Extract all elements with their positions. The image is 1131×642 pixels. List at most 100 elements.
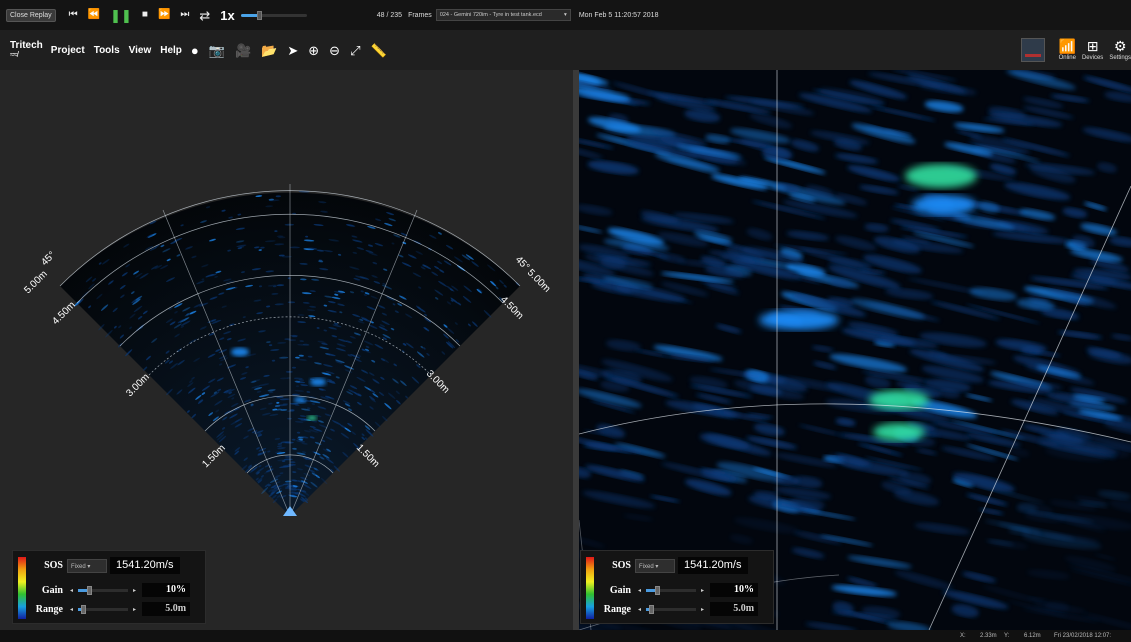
skip-to-start-icon[interactable]: ⏮ (69, 10, 78, 20)
fast-forward-icon[interactable]: ⏩ (158, 10, 170, 20)
replay-toolbar: Close Replay ⏮ ⏪ ❚❚ ■ ⏩ ⏭ ⇄ 1x 48 / 235 … (0, 0, 1131, 30)
range-label-1.5m-left: 1.50m (200, 443, 227, 470)
gain-decrease-icon[interactable]: ◂ (638, 587, 641, 594)
devices-button[interactable]: ⊞ Devices (1082, 39, 1103, 61)
sonar-controls-right: SOS Fixed ▾ 1541.20m/s Gain ◂ ▸ 10% Rang… (580, 550, 774, 624)
gain-slider-handle[interactable] (655, 585, 661, 595)
gain-slider[interactable] (78, 585, 129, 595)
gain-decrease-icon[interactable]: ◂ (70, 587, 73, 594)
range-label: Range (603, 603, 631, 615)
range-decrease-icon[interactable]: ◂ (638, 606, 641, 613)
replay-file-select[interactable]: 024 - Gemini 720im - Tyre in test tank.e… (435, 9, 571, 21)
status-datetime: Fri 23/02/2018 12:07: (1054, 633, 1112, 639)
logo-wave: ≈≈/ (10, 50, 19, 59)
menu-help[interactable]: Help (160, 45, 182, 56)
gain-value: 10% (710, 583, 759, 597)
gear-icon: ⚙ (1113, 38, 1127, 54)
range-label-4.5m-left: 4.50m (50, 300, 77, 327)
menu-bar: Tritech ≈≈/ Project Tools View Help ● 📷 … (0, 30, 1131, 70)
range-increase-icon[interactable]: ▸ (701, 606, 704, 613)
range-label-1.5m-right: 1.50m (354, 442, 381, 469)
pause-icon[interactable]: ❚❚ (110, 9, 132, 22)
sos-label: SOS (44, 560, 63, 571)
sos-value-field[interactable]: 1541.20m/s (110, 557, 180, 574)
range-label-4.5m-right: 4.50m (498, 294, 525, 321)
range-value: 5.0m (142, 602, 191, 616)
sos-value-field[interactable]: 1541.20m/s (678, 557, 748, 574)
devices-label: Devices (1081, 55, 1104, 61)
range-label: Range (35, 603, 63, 615)
menu-view[interactable]: View (129, 45, 152, 56)
sos-mode-select[interactable]: Fixed ▾ (635, 558, 675, 573)
range-label-3m-right: 3.00m (424, 368, 451, 395)
status-bar: X: 2.33m Y: 6.12m Fri 23/02/2018 12:07: (0, 630, 1131, 642)
stop-icon[interactable]: ■ (142, 10, 148, 20)
sonar-zoom-svg[interactable] (579, 70, 1131, 630)
sos-mode-value: Fixed (71, 563, 86, 570)
gain-slider[interactable] (646, 585, 697, 595)
online-button[interactable]: 📶 Online (1059, 39, 1076, 61)
angle-label-left: 45° (39, 250, 57, 268)
measure-ruler-icon[interactable]: 📏 (370, 44, 386, 57)
loop-icon[interactable]: ⇄ (199, 9, 210, 22)
range-slider[interactable] (78, 604, 129, 614)
sos-mode-select[interactable]: Fixed ▾ (67, 558, 107, 573)
menu-tools[interactable]: Tools (94, 45, 120, 56)
frames-label: Frames (408, 11, 432, 19)
online-label: Online (1058, 55, 1076, 61)
gain-increase-icon[interactable]: ▸ (701, 587, 704, 594)
rewind-icon[interactable]: ⏪ (88, 10, 100, 20)
settings-label: Settings (1109, 55, 1131, 61)
zoom-in-icon[interactable]: ⊕ (308, 44, 319, 57)
range-increase-icon[interactable]: ▸ (133, 606, 136, 613)
tritech-logo: Tritech ≈≈/ (10, 41, 43, 59)
range-slider-handle[interactable] (80, 604, 86, 614)
sonar-fan-svg[interactable]: 45° 45° 5.00m 5.00m 4.50m 4.50m 3.00m 3.… (0, 70, 573, 630)
speed-slider[interactable] (240, 10, 307, 20)
sonar-controls-left: SOS Fixed ▾ 1541.20m/s Gain ◂ ▸ 10% Rang… (12, 550, 206, 624)
pointer-icon[interactable]: ➤ (287, 44, 298, 57)
color-scale-bar (586, 557, 594, 619)
camera-icon[interactable]: 📷 (209, 44, 225, 57)
sonar-fan-panel[interactable]: 45° 45° 5.00m 5.00m 4.50m 4.50m 3.00m 3.… (0, 70, 573, 630)
gain-slider-handle[interactable] (87, 585, 93, 595)
range-slider[interactable] (646, 604, 697, 614)
playback-speed: 1x (220, 7, 235, 23)
record-icon[interactable]: ● (191, 44, 199, 57)
zoom-sonar-returns (579, 70, 1131, 630)
chevron-down-icon: ▾ (564, 12, 567, 18)
cursor-x-value: 2.33m (980, 633, 997, 639)
frame-counter: 48 / 235 (376, 11, 403, 19)
range-decrease-icon[interactable]: ◂ (70, 606, 73, 613)
open-folder-icon[interactable]: 📂 (261, 44, 277, 57)
range-label-5m-right: 5.00m (525, 267, 552, 294)
fit-to-screen-icon[interactable]: ⤢ (350, 44, 360, 57)
video-camera-icon[interactable]: 🎥 (235, 44, 251, 57)
speed-slider-handle[interactable] (257, 10, 263, 20)
range-label-5m-left: 5.00m (22, 269, 49, 296)
devices-icon: ⊞ (1086, 38, 1099, 54)
range-slider-handle[interactable] (648, 604, 654, 614)
range-value: 5.0m (710, 602, 759, 616)
gain-increase-icon[interactable]: ▸ (133, 587, 136, 594)
cursor-y-label: Y: (1004, 633, 1010, 639)
sos-label: SOS (612, 560, 631, 571)
sos-mode-value: Fixed (639, 563, 654, 570)
skip-to-end-icon[interactable]: ⏭ (180, 10, 189, 20)
cursor-x-label: X: (960, 633, 966, 639)
zoom-out-icon[interactable]: ⊖ (329, 44, 340, 57)
menu-project[interactable]: Project (51, 45, 85, 56)
close-replay-button[interactable]: Close Replay (6, 8, 56, 22)
range-label-3m-left: 3.00m (124, 372, 151, 399)
settings-button[interactable]: ⚙ Settings (1109, 39, 1131, 61)
replay-file-name: 024 - Gemini 720im - Tyre in test tank.e… (439, 12, 542, 18)
gain-value: 10% (142, 583, 191, 597)
cursor-y-value: 6.12m (1024, 633, 1041, 639)
sonar-zoom-panel[interactable]: SOS Fixed ▾ 1541.20m/s Gain ◂ ▸ 10% Rang… (579, 70, 1131, 630)
device-thumbnail[interactable] (1020, 38, 1045, 62)
right-toolbar: 📶 Online ⊞ Devices ⚙ Settings (1020, 30, 1131, 70)
gain-label: Gain (609, 584, 631, 596)
gain-label: Gain (41, 584, 63, 596)
replay-timestamp: Mon Feb 5 11:20:57 2018 (578, 11, 659, 19)
color-scale-bar (18, 557, 26, 619)
